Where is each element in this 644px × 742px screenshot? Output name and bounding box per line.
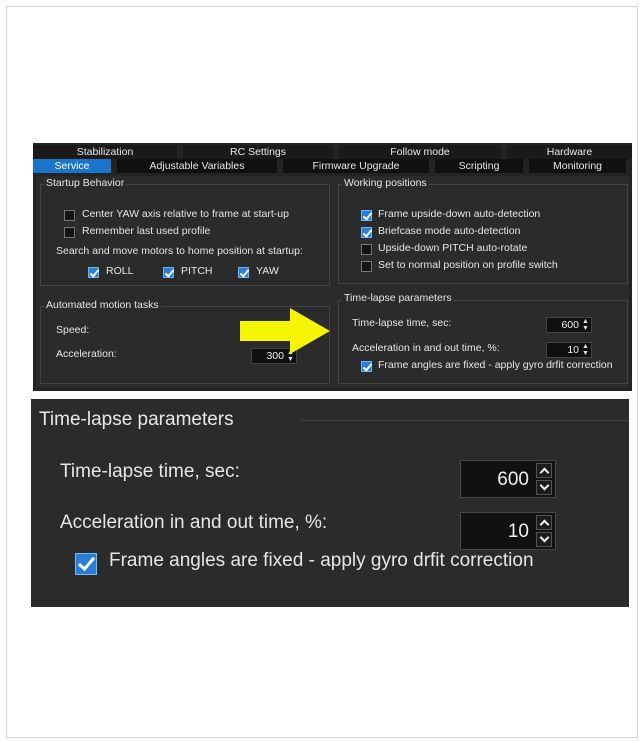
zoom-time-label: Time-lapse time, sec: [60, 461, 240, 482]
zoom-time-value: 600 [497, 469, 529, 490]
timelapse-title: Time-lapse parameters [342, 292, 454, 304]
spin-down-icon[interactable]: ▼ [581, 325, 590, 332]
tab-adjustable-variables[interactable]: Adjustable Variables [117, 159, 277, 173]
arrow-right-icon [240, 308, 330, 354]
speed-label: Speed: [56, 324, 90, 336]
zoom-accel-value: 10 [507, 521, 529, 542]
zoom-timelapse-title: Time-lapse parameters [39, 409, 234, 430]
roll-label: ROLL [106, 265, 134, 277]
spin-down-icon[interactable]: ▼ [286, 356, 295, 363]
spin-down-icon[interactable] [536, 532, 552, 547]
zoom-divider [301, 420, 629, 421]
service-panel: Startup Behavior Center YAW axis relativ… [36, 176, 629, 388]
motion-title: Automated motion tasks [44, 299, 161, 311]
roll-checkbox[interactable] [88, 267, 99, 278]
search-home-label: Search and move motors to home position … [56, 245, 303, 257]
timelapse-zoom: Time-lapse parameters Time-lapse time, s… [31, 399, 629, 607]
normal-position-label: Set to normal position on profile switch [378, 259, 558, 271]
tab-scripting[interactable]: Scripting [435, 159, 523, 173]
remember-profile-checkbox[interactable] [64, 227, 75, 238]
spin-down-icon[interactable]: ▼ [581, 350, 590, 357]
fixed-angles-label: Frame angles are fixed - apply gyro drfi… [378, 359, 613, 371]
zoom-time-stepper[interactable]: 600 [460, 460, 556, 498]
normal-position-checkbox[interactable] [361, 261, 372, 272]
timelapse-time-label: Time-lapse time, sec: [352, 317, 452, 329]
tab-rc-settings[interactable]: RC Settings [183, 145, 333, 159]
spin-down-icon[interactable] [536, 480, 552, 495]
upside-down-checkbox[interactable] [361, 210, 372, 221]
timelapse-time-value: 600 [561, 319, 579, 331]
briefcase-label: Briefcase mode auto-detection [378, 225, 521, 237]
remember-profile-label: Remember last used profile [82, 225, 211, 237]
yaw-label: YAW [256, 265, 279, 277]
tab-row-bottom: Service Adjustable Variables Firmware Up… [33, 159, 632, 173]
yaw-checkbox[interactable] [238, 267, 249, 278]
tab-hardware[interactable]: Hardware [507, 145, 632, 159]
pitch-checkbox[interactable] [163, 267, 174, 278]
zoom-accel-stepper[interactable]: 10 [460, 512, 556, 550]
zoom-fixed-angles-checkbox[interactable] [75, 553, 97, 575]
pitch-label: PITCH [181, 265, 213, 277]
settings-screenshot: Stabilization RC Settings Follow mode Ha… [33, 143, 632, 391]
working-title: Working positions [342, 177, 429, 189]
center-yaw-checkbox[interactable] [64, 210, 75, 221]
zoom-accel-label: Acceleration in and out time, %: [60, 512, 328, 533]
timelapse-accel-label: Acceleration in and out time, %: [352, 342, 500, 354]
timelapse-accel-value: 10 [567, 344, 579, 356]
pitch-rotate-checkbox[interactable] [361, 244, 372, 255]
tab-stabilization[interactable]: Stabilization [33, 145, 177, 159]
tab-monitoring[interactable]: Monitoring [529, 159, 626, 173]
timelapse-accel-stepper[interactable]: 10 ▲ ▼ [546, 342, 592, 358]
upside-down-label: Frame upside-down auto-detection [378, 208, 541, 220]
tab-follow-mode[interactable]: Follow mode [339, 145, 501, 159]
spin-up-icon[interactable] [536, 515, 552, 530]
pitch-rotate-label: Upside-down PITCH auto-rotate [378, 242, 528, 254]
tab-row-top: Stabilization RC Settings Follow mode Ha… [33, 145, 632, 159]
zoom-fixed-angles-label: Frame angles are fixed - apply gyro drfi… [109, 550, 534, 571]
timelapse-time-stepper[interactable]: 600 ▲ ▼ [546, 317, 592, 333]
spin-up-icon[interactable] [536, 463, 552, 478]
startup-title: Startup Behavior [44, 177, 127, 189]
tab-service[interactable]: Service [33, 159, 111, 173]
briefcase-checkbox[interactable] [361, 227, 372, 238]
fixed-angles-checkbox[interactable] [361, 361, 372, 372]
tab-firmware-upgrade[interactable]: Firmware Upgrade [283, 159, 429, 173]
motion-accel-label: Acceleration: [56, 348, 117, 360]
center-yaw-label: Center YAW axis relative to frame at sta… [82, 208, 289, 220]
